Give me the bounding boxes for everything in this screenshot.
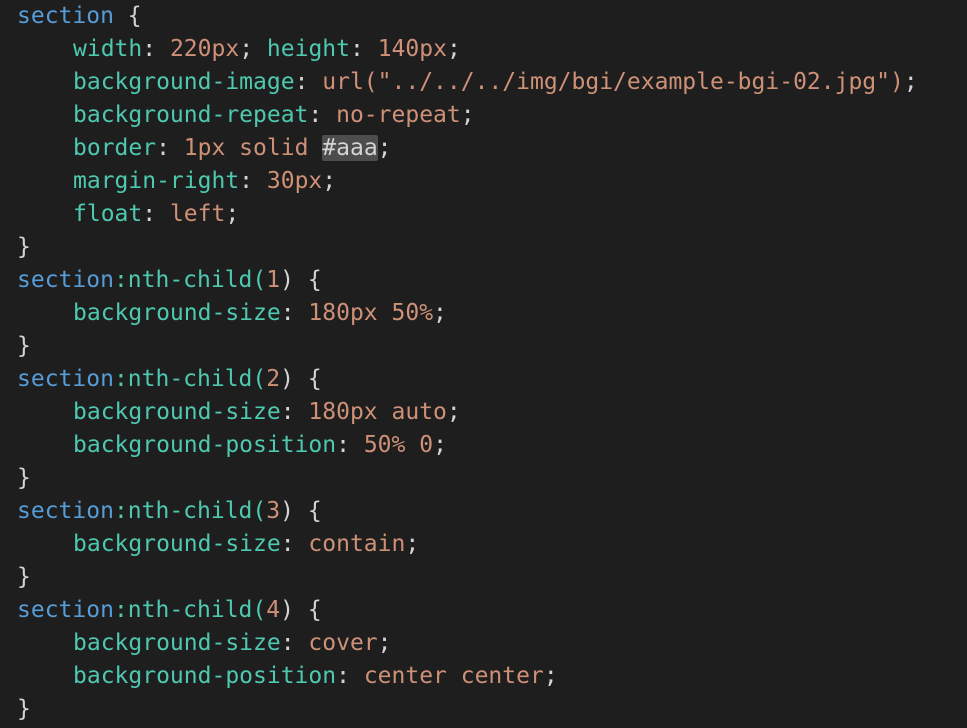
- code-line[interactable]: section:nth-child(1) {: [0, 264, 967, 297]
- brace-close: }: [17, 465, 31, 491]
- code-line[interactable]: margin-right: 30px;: [0, 165, 967, 198]
- css-property: background-size: [73, 300, 281, 326]
- brace-close: }: [17, 234, 31, 260]
- css-property: background-size: [73, 630, 281, 656]
- brace-open: {: [293, 366, 322, 392]
- code-line[interactable]: background-position: center center;: [0, 660, 967, 693]
- code-line[interactable]: section {: [0, 0, 967, 33]
- code-area[interactable]: section { width: 220px; height: 140px; b…: [0, 0, 967, 726]
- css-property: border: [73, 135, 157, 161]
- code-editor[interactable]: section { width: 220px; height: 140px; b…: [0, 0, 967, 728]
- brace-open: {: [113, 3, 142, 29]
- css-property: background-position: [73, 432, 337, 458]
- code-line[interactable]: background-image: url("../../../img/bgi/…: [0, 66, 967, 99]
- css-selector: section: [17, 366, 114, 392]
- css-property: background-size: [73, 531, 281, 557]
- css-property: height: [266, 36, 350, 62]
- pseudo-arg: 3: [266, 498, 281, 524]
- brace-open: {: [293, 597, 322, 623]
- css-selector: section: [17, 498, 114, 524]
- css-value: left: [169, 201, 226, 227]
- code-line[interactable]: }: [0, 561, 967, 594]
- code-line[interactable]: border: 1px solid #aaa;: [0, 132, 967, 165]
- css-value: 1px solid: [183, 135, 323, 161]
- code-line[interactable]: background-size: 180px 50%;: [0, 297, 967, 330]
- code-line[interactable]: width: 220px; height: 140px;: [0, 33, 967, 66]
- pseudo-class: :nth-child(: [113, 366, 267, 392]
- code-line[interactable]: background-position: 50% 0;: [0, 429, 967, 462]
- css-value: no-repeat: [336, 102, 461, 128]
- css-property: width: [73, 36, 143, 62]
- code-line[interactable]: background-size: contain;: [0, 528, 967, 561]
- css-property: background-repeat: [73, 102, 309, 128]
- brace-open: {: [293, 498, 322, 524]
- brace-open: {: [293, 267, 322, 293]
- css-selector: section: [17, 3, 114, 29]
- css-property: background-position: [73, 663, 337, 689]
- code-line[interactable]: background-size: 180px auto;: [0, 396, 967, 429]
- code-line[interactable]: float: left;: [0, 198, 967, 231]
- css-property: background-size: [73, 399, 281, 425]
- css-value: 220px: [169, 36, 240, 62]
- pseudo-arg: 1: [266, 267, 281, 293]
- css-value: cover: [308, 630, 378, 656]
- css-value: 140px: [377, 36, 447, 62]
- css-selector: section: [17, 267, 114, 293]
- code-line[interactable]: section:nth-child(2) {: [0, 363, 967, 396]
- pseudo-arg: 2: [266, 366, 281, 392]
- css-value: 180px auto: [308, 399, 447, 425]
- css-property: float: [73, 201, 143, 227]
- code-line[interactable]: }: [0, 462, 967, 495]
- brace-close: }: [17, 564, 31, 590]
- css-value: 50% 0: [363, 432, 434, 458]
- code-line[interactable]: }: [0, 231, 967, 264]
- css-property: background-image: [73, 69, 295, 95]
- pseudo-arg: 4: [266, 597, 281, 623]
- pseudo-class: :nth-child(: [113, 498, 267, 524]
- css-property: margin-right: [73, 168, 240, 194]
- css-value: contain: [308, 531, 406, 557]
- code-line[interactable]: background-repeat: no-repeat;: [0, 99, 967, 132]
- code-line[interactable]: }: [0, 693, 967, 726]
- css-selector: section: [17, 597, 114, 623]
- css-value: 30px: [266, 168, 323, 194]
- pseudo-class: :nth-child(: [113, 597, 267, 623]
- selection-highlight[interactable]: #aaa: [322, 135, 378, 161]
- code-line[interactable]: section:nth-child(4) {: [0, 594, 967, 627]
- css-value: center center: [363, 663, 544, 689]
- code-line[interactable]: background-size: cover;: [0, 627, 967, 660]
- css-value: url("../../../img/bgi/example-bgi-02.jpg…: [322, 69, 904, 95]
- css-value: 180px 50%: [308, 300, 434, 326]
- brace-close: }: [17, 333, 31, 359]
- pseudo-class: :nth-child(: [113, 267, 267, 293]
- code-line[interactable]: section:nth-child(3) {: [0, 495, 967, 528]
- code-line[interactable]: }: [0, 330, 967, 363]
- brace-close: }: [17, 696, 31, 722]
